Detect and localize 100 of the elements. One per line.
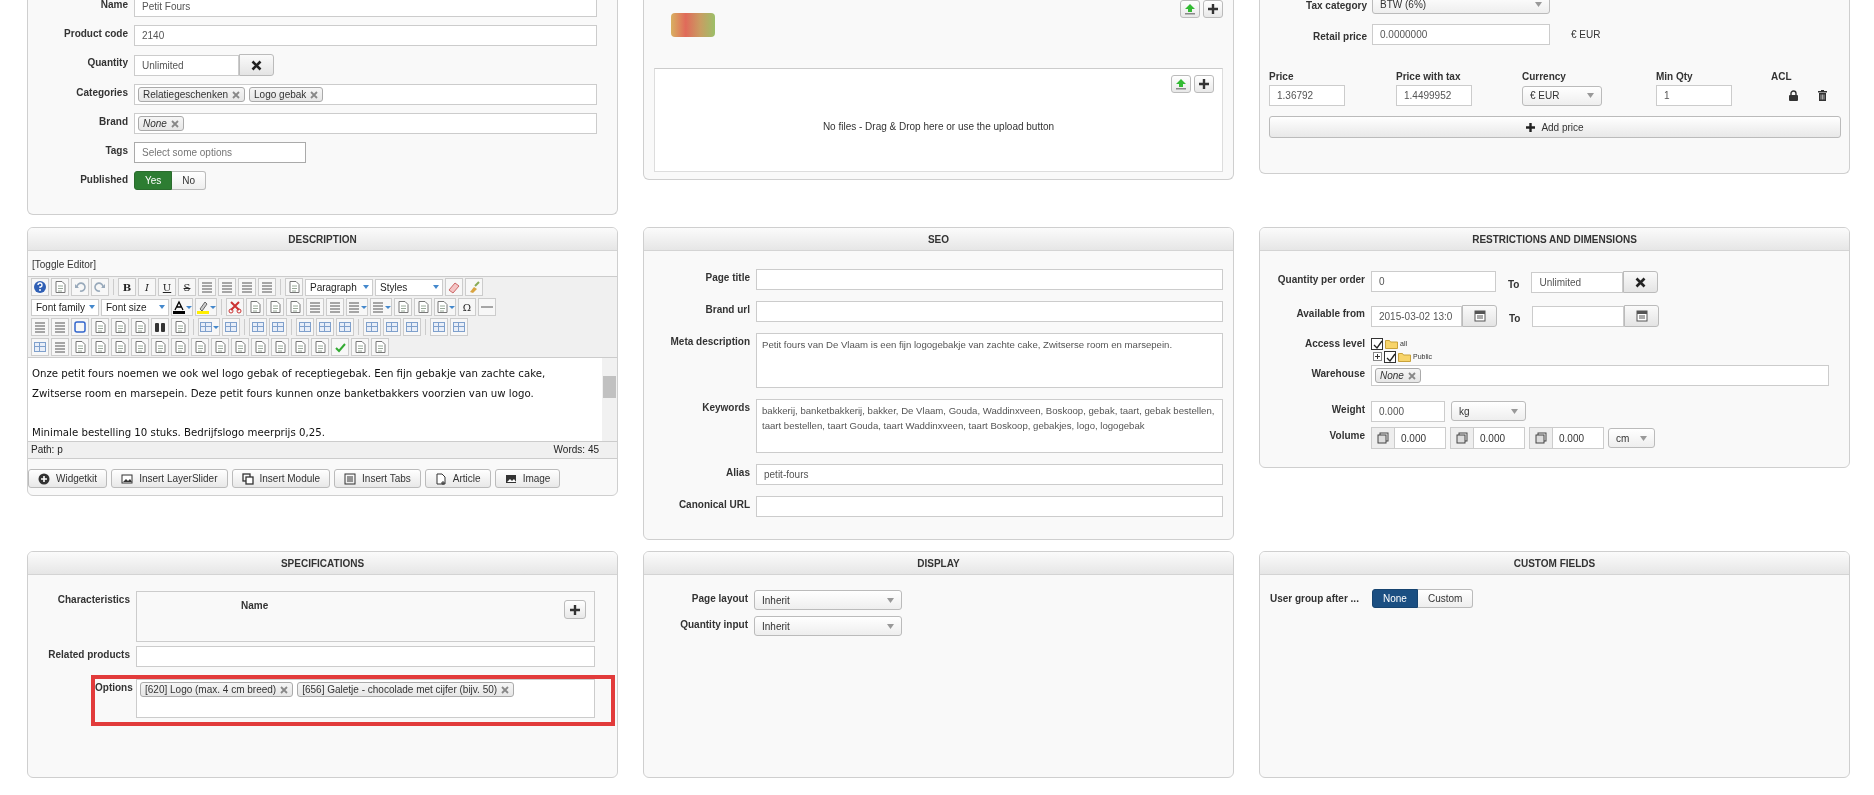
scrollbar[interactable] — [602, 358, 617, 441]
calendar-button[interactable] — [1462, 305, 1497, 327]
calendar-button[interactable] — [1624, 305, 1660, 327]
caret-icon — [363, 285, 369, 289]
editor-dropdown[interactable]: Paragraph — [305, 278, 373, 296]
format-button[interactable]: S — [178, 278, 196, 296]
align-justify-icon[interactable] — [198, 278, 216, 296]
format-button[interactable]: I — [138, 278, 156, 296]
trash-icon[interactable] — [1818, 90, 1827, 101]
table-icon[interactable] — [198, 318, 220, 336]
input-field[interactable]: 0.0000000 — [1372, 24, 1550, 45]
plus-icon — [1526, 122, 1536, 132]
editor-button[interactable]: Article — [424, 469, 491, 488]
add-button[interactable] — [564, 600, 586, 619]
field-label: Available from — [1295, 307, 1365, 319]
format-button[interactable]: B — [118, 278, 136, 296]
editor-dropdown[interactable]: Font family — [31, 298, 99, 316]
bulleted-list-icon[interactable] — [370, 298, 392, 316]
remove-icon[interactable] — [232, 90, 241, 99]
select-field[interactable]: kg — [1451, 401, 1526, 421]
toggle-option[interactable]: None — [1372, 589, 1418, 608]
expander-icon[interactable] — [1373, 352, 1382, 361]
input-field[interactable] — [756, 496, 1223, 517]
input-field[interactable]: 1.4499952 — [1396, 85, 1472, 106]
picture-icon — [504, 472, 517, 485]
editor-button[interactable]: Insert LayerSlider — [111, 469, 228, 488]
select-field[interactable]: Inherit — [754, 616, 902, 636]
text-area[interactable]: bakkerij, banketbakkerij, bakker, De Vlaam, Gouda, Waddinxveen, Boskoop, gebak, taart, gebak bestellen, taart bestellen, taart Gouda, taart Waddinxveen, taart Boskoop, gebakjes, logo, logogebak — [756, 399, 1223, 453]
checkbox[interactable] — [1384, 350, 1396, 363]
clear-button[interactable] — [1623, 271, 1659, 293]
input-field[interactable]: petit-fours — [756, 464, 1223, 485]
add-price-button[interactable]: Add price — [1269, 116, 1841, 138]
input-field[interactable] — [136, 646, 595, 667]
input-field[interactable]: Unlimited — [1531, 271, 1624, 293]
brush-icon[interactable] — [465, 278, 483, 296]
remove-icon[interactable] — [310, 90, 319, 99]
remove-icon[interactable] — [170, 119, 179, 128]
input-field[interactable]: 2015-03-02 13:0 — [1371, 305, 1462, 327]
input-field[interactable]: Select some options — [134, 142, 306, 163]
table-grid-icon[interactable] — [31, 338, 49, 356]
input-field[interactable]: 0 — [1371, 271, 1496, 292]
lock-icon[interactable] — [1789, 90, 1798, 101]
select-field[interactable]: Inherit — [754, 590, 902, 610]
highlight-color-icon[interactable] — [195, 298, 217, 316]
format-button[interactable]: U — [158, 278, 176, 296]
clear-button[interactable] — [239, 54, 274, 76]
input-field[interactable]: Petit Fours — [134, 0, 597, 17]
select-field[interactable]: BTW (6%) — [1372, 0, 1550, 14]
eraser-icon[interactable] — [445, 278, 463, 296]
input-field[interactable]: 0.000 — [1371, 401, 1445, 422]
spellcheck-icon[interactable] — [331, 338, 349, 356]
remove-icon[interactable] — [280, 685, 289, 694]
tag-field[interactable]: [620] Logo (max. 4 cm breed) [656] Galetje - chocolade met cijfer (bijv. 50) — [136, 679, 595, 718]
undo-icon[interactable] — [71, 278, 89, 296]
document-icon[interactable] — [71, 338, 89, 356]
input-field[interactable]: 2140 — [134, 25, 597, 46]
editor-button[interactable]: Insert Module — [231, 469, 331, 488]
select-field[interactable]: cm — [1608, 428, 1655, 448]
cube-icon — [1535, 432, 1547, 444]
align-left-icon[interactable] — [238, 278, 256, 296]
input-field[interactable] — [756, 301, 1223, 322]
toggle-option[interactable]: Custom — [1417, 589, 1474, 608]
add-button[interactable] — [1194, 75, 1214, 93]
checkbox[interactable] — [1371, 337, 1383, 350]
editor-button[interactable]: Insert Tabs — [334, 469, 421, 488]
align-right-icon[interactable] — [258, 278, 276, 296]
redo-icon[interactable] — [91, 278, 109, 296]
editor-dropdown[interactable]: Styles — [375, 278, 443, 296]
remove-icon[interactable] — [501, 685, 510, 694]
text-area[interactable]: Petit fours van De Vlaam is een fijn logogebakje van zachte cake, Zwitserse room en marsepein. — [756, 333, 1223, 388]
input-field[interactable] — [756, 269, 1223, 290]
input-field[interactable]: 0.000 — [1450, 427, 1525, 449]
align-center-icon[interactable] — [218, 278, 236, 296]
special-character-button[interactable]: Ω — [458, 298, 476, 316]
help-icon[interactable] — [31, 278, 49, 296]
cut-icon[interactable] — [226, 298, 244, 316]
input-field[interactable]: 1.36792 — [1269, 85, 1345, 106]
input-field[interactable]: 0.000 — [1371, 427, 1446, 449]
tag: None — [138, 116, 184, 131]
select-field[interactable]: € EUR — [1522, 85, 1602, 106]
tag-field[interactable]: None — [1371, 365, 1829, 386]
add-button[interactable] — [1203, 0, 1223, 18]
fullscreen-icon[interactable] — [71, 318, 89, 336]
editor-button[interactable]: Widgetkit — [28, 469, 108, 488]
input-field[interactable]: 0.000 — [1529, 427, 1604, 449]
tag-field[interactable]: Relatiegeschenken Logo gebak — [134, 84, 597, 105]
drop-zone[interactable]: No files - Drag & Drop here or use the upload button — [654, 68, 1223, 172]
toggle-option[interactable]: Yes — [134, 171, 173, 190]
text-color-icon[interactable] — [171, 298, 193, 316]
tag-field[interactable]: None — [134, 113, 597, 134]
editor-dropdown[interactable]: Font size — [101, 298, 169, 316]
remove-icon[interactable] — [1407, 371, 1416, 380]
new-document-icon[interactable] — [51, 278, 69, 296]
editor-button[interactable]: Image — [494, 469, 561, 488]
input-field[interactable] — [1532, 305, 1625, 327]
numbered-list-icon[interactable] — [346, 298, 368, 316]
toggle-editor-link[interactable]: [Toggle Editor] — [28, 251, 617, 276]
input-field[interactable]: Unlimited — [134, 54, 239, 76]
toggle-option[interactable]: No — [172, 171, 207, 190]
input-field[interactable]: 1 — [1656, 85, 1732, 106]
